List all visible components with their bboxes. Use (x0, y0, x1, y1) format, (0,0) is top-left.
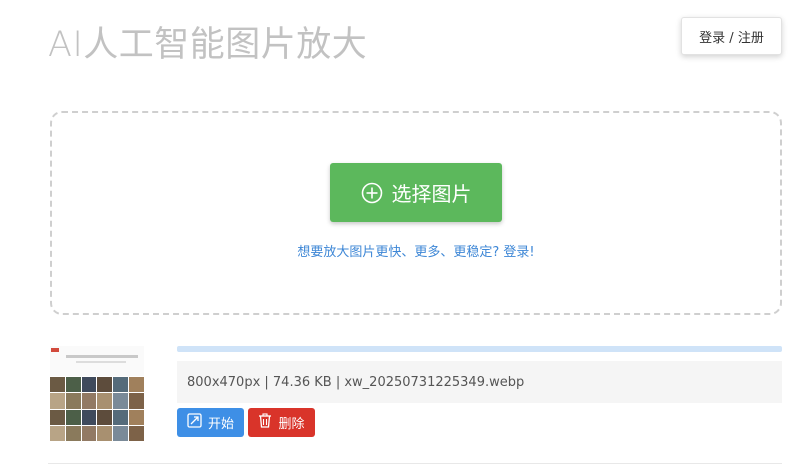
upload-progress-bar (177, 346, 782, 352)
trash-icon (258, 413, 272, 432)
start-label: 开始 (207, 417, 234, 432)
login-register-button[interactable]: 登录 / 注册 (681, 17, 782, 55)
delete-button[interactable]: 删除 (248, 408, 315, 437)
login-hint-link[interactable]: 想要放大图片更快、更多、更稳定? 登录! (0, 241, 800, 260)
plus-circle-icon (361, 182, 383, 204)
divider (48, 463, 782, 464)
delete-label: 删除 (278, 417, 305, 432)
page: AI人工智能图片放大 登录 / 注册 选择图片 想要放大图片更快、更多、更稳定?… (0, 0, 800, 472)
select-image-button[interactable]: 选择图片 (330, 163, 502, 222)
image-thumbnail (50, 346, 144, 441)
file-info: 800x470px | 74.36 KB | xw_20250731225349… (177, 361, 782, 403)
expand-icon (187, 413, 202, 432)
page-title: AI人工智能图片放大 (48, 25, 368, 65)
start-button[interactable]: 开始 (177, 408, 244, 437)
select-image-label: 选择图片 (391, 182, 472, 206)
